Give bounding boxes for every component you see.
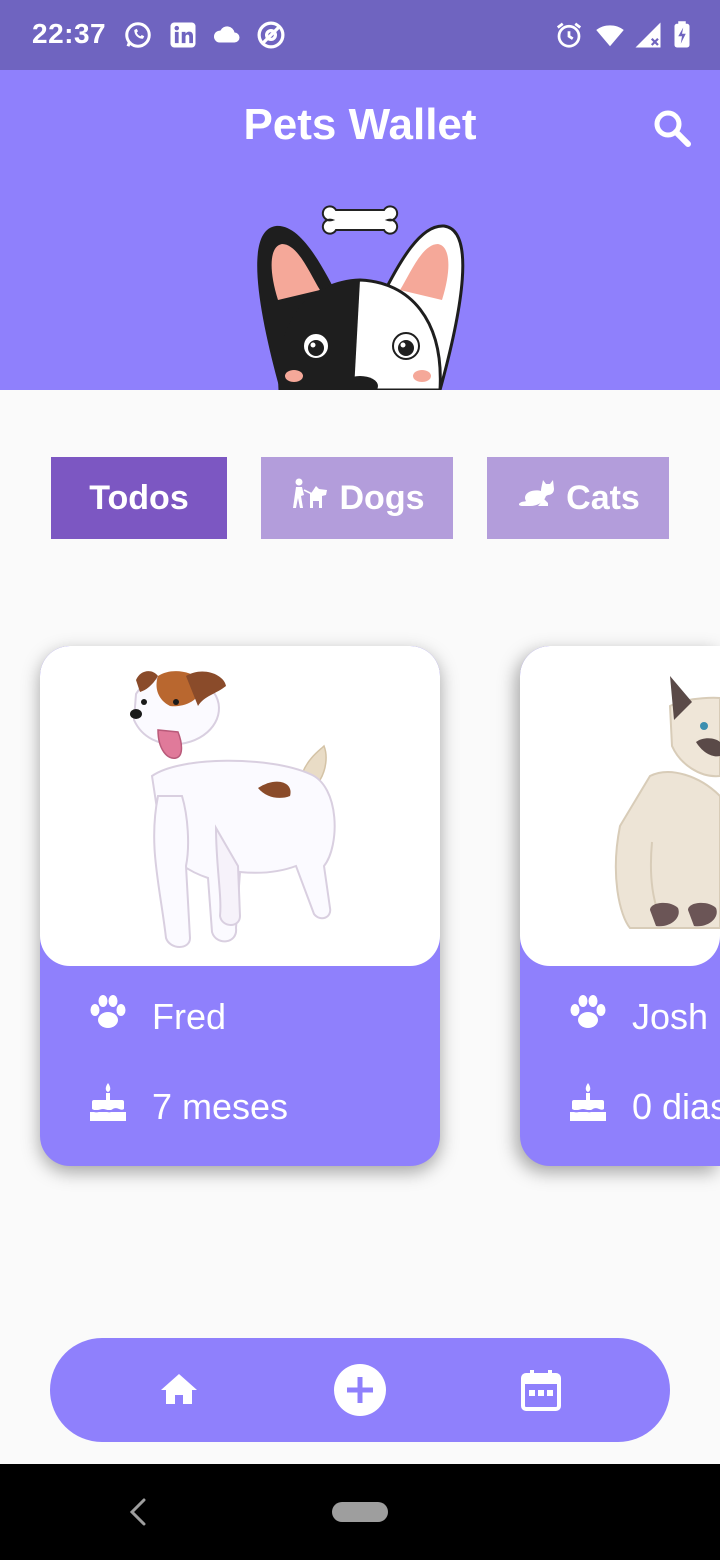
paw-icon	[566, 990, 610, 1043]
back-icon[interactable]	[124, 1494, 154, 1530]
filter-cats-button[interactable]: Cats	[487, 457, 669, 539]
pet-photo	[520, 646, 720, 966]
birthday-cake-icon	[566, 1080, 610, 1133]
cloud-icon	[211, 19, 243, 51]
bulldog-mascot-illustration	[257, 205, 465, 390]
dog-illustration	[130, 671, 336, 948]
pet-name: Fred	[152, 995, 227, 1037]
signal-icon	[632, 19, 664, 51]
linkedin-icon	[167, 19, 199, 51]
pet-name-row: Josh	[566, 990, 708, 1043]
filter-todos-label: Todos	[89, 478, 189, 517]
status-time: 22:37	[32, 18, 107, 49]
status-bar: 22:37	[0, 0, 720, 70]
wifi-icon	[594, 19, 626, 51]
pet-name-row: Fred	[86, 990, 226, 1043]
search-icon[interactable]	[648, 104, 696, 152]
pet-card[interactable]: Josh 0 dias	[520, 646, 720, 1166]
filter-cats-label: Cats	[566, 478, 640, 517]
alarm-icon	[553, 19, 585, 51]
at-sign-icon	[255, 19, 287, 51]
pet-age-row: 0 dias	[566, 1080, 720, 1133]
filter-todos-button[interactable]: Todos	[51, 457, 227, 539]
page-title: Pets Wallet	[243, 100, 477, 149]
add-circle-icon[interactable]	[334, 1364, 386, 1416]
pet-age: 7 meses	[152, 1085, 289, 1127]
pet-age: 0 dias	[632, 1085, 720, 1127]
app-header: Pets Wallet	[0, 70, 720, 390]
calendar-icon[interactable]	[515, 1364, 567, 1416]
species-filter-bar: Todos Dogs Cats	[0, 457, 720, 539]
pet-card[interactable]: Fred 7 meses	[40, 646, 440, 1166]
pet-age-row: 7 meses	[86, 1080, 288, 1133]
cat-illustration	[614, 676, 720, 929]
paw-icon	[86, 990, 130, 1043]
battery-icon	[666, 19, 698, 51]
pet-photo	[40, 646, 440, 966]
home-icon[interactable]	[153, 1364, 205, 1416]
home-gesture-pill[interactable]	[332, 1502, 388, 1522]
dog-walk-icon	[290, 474, 330, 523]
cat-icon	[516, 474, 556, 523]
filter-dogs-button[interactable]: Dogs	[261, 457, 453, 539]
whatsapp-icon	[122, 19, 154, 51]
filter-dogs-label: Dogs	[339, 478, 425, 517]
pet-name: Josh	[632, 995, 709, 1037]
bottom-navigation	[50, 1338, 670, 1442]
birthday-cake-icon	[86, 1080, 130, 1133]
